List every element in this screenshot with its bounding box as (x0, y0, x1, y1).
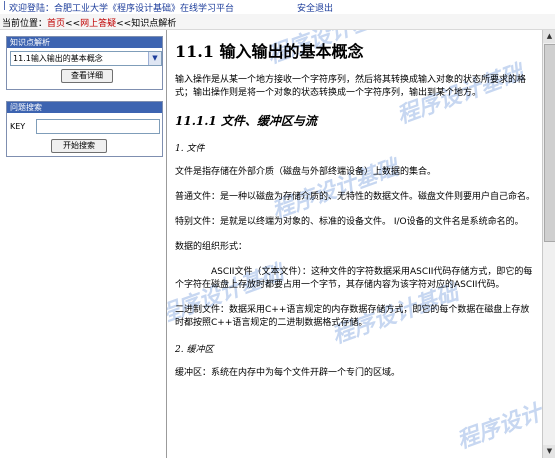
paragraph: 二进制文件：数据采用C++语言规定的内存数据存储方式，即它的每个数据在磁盘上存放… (175, 305, 530, 328)
article-title: 11.1 输入输出的基本概念 (175, 42, 364, 61)
welcome-text: 欢迎登陆：合肥工业大学《程序设计基础》在线学习平台 (9, 4, 235, 14)
breadcrumb-prefix: 当前位置： (2, 19, 48, 29)
breadcrumb-separator: << (116, 19, 132, 29)
key-input[interactable] (36, 119, 160, 134)
logout-link[interactable]: 安全退出 (297, 1, 333, 14)
key-label: KEY (10, 122, 26, 131)
paragraph: 缓冲区：系统在内存中为每个文件开辟一个专门的区域。 (175, 368, 401, 378)
paragraph: ASCII文件（文本文件）：这种文件的字符数据采用ASCII代码存储方式，即它的… (175, 267, 533, 290)
chevron-down-icon[interactable]: ▼ (148, 52, 161, 65)
breadcrumb-path: 当前位置：首页<<网上答疑<<知识点解析 (2, 16, 176, 29)
knowledge-panel-header: 知识点解析 (7, 37, 162, 48)
scrollbar-thumb[interactable] (544, 44, 555, 242)
paragraph: 数据的组织形式： (175, 242, 248, 252)
paragraph: 普通文件：是一种以磁盘为存储介质的、无特性的数据文件。磁盘文件则要用户自己命名。 (175, 192, 536, 202)
subsection-heading: 2. 缓冲区 (175, 345, 214, 355)
article-pane: 程序设计基础 程序设计基础 程序设计基础 程序设计基础 程序设计基础 程序设计基… (167, 30, 542, 458)
article-intro: 输入操作是从某一个地方接收一个字符序列，然后将其转换成输入对象的状态所要求的格式… (175, 75, 527, 98)
top-bar-separator: | (3, 1, 7, 11)
article-content: 11.1 输入输出的基本概念 输入操作是从某一个地方接收一个字符序列，然后将其转… (175, 38, 535, 392)
start-search-button[interactable]: 开始搜索 (51, 139, 107, 153)
knowledge-point-select[interactable]: 11.1输入输出的基本概念 ▼ (10, 51, 162, 66)
breadcrumb-online-qa-link[interactable]: 网上答疑 (80, 19, 116, 29)
paragraph: 文件是指存储在外部介质（磁盘与外部终端设备）上数据的集合。 (175, 167, 437, 177)
search-panel-header: 问题搜索 (7, 102, 162, 113)
section-heading: 11.1.1 文件、缓冲区与流 (175, 114, 317, 128)
search-panel: 问题搜索 KEY 开始搜索 (6, 101, 163, 157)
paragraph: 特别文件：是就是以终端为对象的、标准的设备文件。 I/O设备的文件名是系统命名的… (175, 217, 524, 227)
breadcrumb-home-link[interactable]: 首页 (47, 19, 65, 29)
breadcrumb: 当前位置：首页<<网上答疑<<知识点解析 (0, 14, 555, 30)
arrow-up-icon[interactable]: ▲ (543, 30, 555, 43)
knowledge-point-selected: 11.1输入输出的基本概念 (13, 54, 103, 63)
vertical-scrollbar[interactable]: ▲ ▼ (542, 30, 555, 458)
breadcrumb-current: 知识点解析 (131, 19, 177, 29)
knowledge-panel: 知识点解析 11.1输入输出的基本概念 ▼ 查看详细 (6, 36, 163, 90)
top-bar-filler (358, 0, 555, 14)
view-details-button[interactable]: 查看详细 (61, 69, 113, 83)
breadcrumb-separator: << (65, 19, 81, 29)
subsection-heading: 1. 文件 (175, 144, 205, 154)
top-bar: | 欢迎登陆：合肥工业大学《程序设计基础》在线学习平台 安全退出 (0, 0, 555, 14)
arrow-down-icon[interactable]: ▼ (543, 445, 555, 458)
sidebar: 知识点解析 11.1输入输出的基本概念 ▼ 查看详细 问题搜索 KEY 开始搜索 (0, 30, 167, 458)
